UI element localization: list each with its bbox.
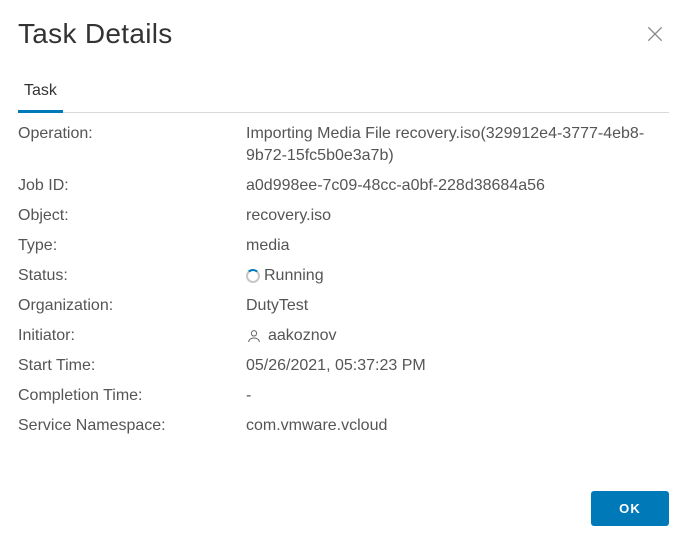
field-start-time: Start Time: 05/26/2021, 05:37:23 PM — [18, 355, 669, 377]
field-value: aakoznov — [246, 325, 669, 347]
field-value: recovery.iso — [246, 205, 669, 227]
tab-task[interactable]: Task — [18, 76, 63, 113]
field-value: 05/26/2021, 05:37:23 PM — [246, 355, 669, 377]
field-label: Type: — [18, 235, 246, 257]
user-icon — [246, 328, 262, 344]
field-status: Status: Running — [18, 265, 669, 287]
field-label: Start Time: — [18, 355, 246, 377]
field-organization: Organization: DutyTest — [18, 295, 669, 317]
field-label: Service Namespace: — [18, 415, 246, 437]
initiator-name: aakoznov — [268, 325, 337, 347]
details-panel: Operation: Importing Media File recovery… — [18, 123, 669, 445]
field-service-namespace: Service Namespace: com.vmware.vcloud — [18, 415, 669, 437]
field-value: - — [246, 385, 669, 407]
task-details-dialog: Task Details Task Operation: Importing M… — [0, 0, 691, 546]
field-label: Completion Time: — [18, 385, 246, 407]
field-completion-time: Completion Time: - — [18, 385, 669, 407]
dialog-title: Task Details — [18, 18, 173, 50]
status-text: Running — [264, 265, 324, 287]
field-operation: Operation: Importing Media File recovery… — [18, 123, 669, 167]
spinner-icon — [246, 269, 260, 283]
tab-label: Task — [24, 82, 57, 99]
field-value: Running — [246, 265, 669, 287]
field-value: DutyTest — [246, 295, 669, 317]
tab-bar: Task — [18, 76, 669, 113]
dialog-footer: OK — [18, 491, 669, 526]
field-value: a0d998ee-7c09-48cc-a0bf-228d38684a56 — [246, 175, 669, 197]
field-type: Type: media — [18, 235, 669, 257]
close-icon — [645, 31, 665, 48]
dialog-header: Task Details — [18, 18, 669, 50]
field-label: Initiator: — [18, 325, 246, 347]
field-job-id: Job ID: a0d998ee-7c09-48cc-a0bf-228d3868… — [18, 175, 669, 197]
field-label: Organization: — [18, 295, 246, 317]
field-label: Operation: — [18, 123, 246, 145]
field-value: media — [246, 235, 669, 257]
field-label: Status: — [18, 265, 246, 287]
field-value: com.vmware.vcloud — [246, 415, 669, 437]
field-initiator: Initiator: aakoznov — [18, 325, 669, 347]
close-button[interactable] — [641, 20, 669, 48]
ok-button[interactable]: OK — [591, 491, 669, 526]
field-value: Importing Media File recovery.iso(329912… — [246, 123, 669, 167]
field-label: Object: — [18, 205, 246, 227]
field-object: Object: recovery.iso — [18, 205, 669, 227]
field-label: Job ID: — [18, 175, 246, 197]
